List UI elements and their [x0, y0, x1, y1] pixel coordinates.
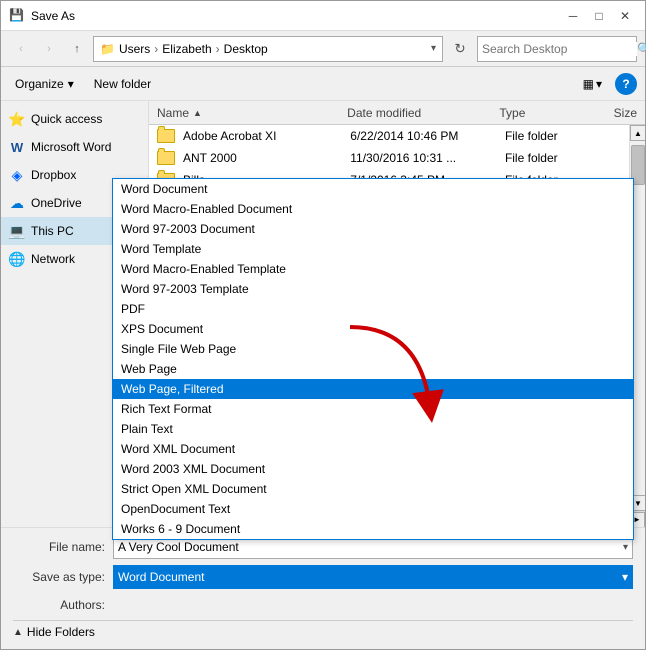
dropdown-item[interactable]: Word Template	[113, 239, 633, 259]
address-dropdown-arrow[interactable]: ▾	[431, 43, 436, 54]
savetype-dropdown-button[interactable]: Word Document ▾	[113, 565, 633, 589]
window-controls: ─ □ ✕	[561, 6, 637, 26]
dropdown-item[interactable]: Plain Text	[113, 419, 633, 439]
address-bar: ‹ › ↑ 📁 Users › Elizabeth › Desktop ▾ ↻ …	[1, 31, 645, 67]
savetype-row: Save as type: Word Document ▾	[13, 564, 633, 590]
breadcrumb-sep-2: ›	[216, 42, 220, 56]
dropbox-icon: ◈	[9, 167, 25, 183]
filename-value: A Very Cool Document	[118, 540, 239, 554]
dropdown-item[interactable]: Web Page	[113, 359, 633, 379]
dropdown-item[interactable]: Word 2003 XML Document	[113, 459, 633, 479]
new-folder-button[interactable]: New folder	[88, 72, 157, 96]
sidebar-label-quick-access: Quick access	[31, 112, 102, 126]
search-box[interactable]: 🔍	[477, 36, 637, 62]
hide-folders-label[interactable]: Hide Folders	[27, 625, 95, 639]
scroll-up-button[interactable]: ▲	[630, 125, 645, 141]
refresh-button[interactable]: ↻	[447, 36, 473, 62]
quick-access-icon: ⭐	[9, 111, 25, 127]
title-bar: 💾 Save As ─ □ ✕	[1, 1, 645, 31]
dropdown-item[interactable]: Word Macro-Enabled Template	[113, 259, 633, 279]
organize-button[interactable]: Organize ▾	[9, 72, 80, 96]
breadcrumb-users: Users	[119, 42, 150, 56]
sidebar-label-dropbox: Dropbox	[31, 168, 76, 182]
filename-dropdown-arrow[interactable]: ▾	[623, 542, 628, 553]
word-icon: W	[9, 139, 25, 155]
toolbar: Organize ▾ New folder ▦ ▾ ?	[1, 67, 645, 101]
dropdown-item[interactable]: Strict Open XML Document	[113, 479, 633, 499]
sidebar-item-microsoft-word[interactable]: W Microsoft Word	[1, 133, 148, 161]
dropdown-item[interactable]: XPS Document	[113, 319, 633, 339]
dialog-title: Save As	[31, 9, 75, 23]
address-box[interactable]: 📁 Users › Elizabeth › Desktop ▾	[93, 36, 443, 62]
dropdown-item[interactable]: Web Page, Filtered	[113, 379, 633, 399]
view-button[interactable]: ▦ ▾	[578, 72, 607, 96]
maximize-button[interactable]: □	[587, 6, 611, 26]
dropdown-item[interactable]: Word Document	[113, 179, 633, 199]
breadcrumb-desktop: Desktop	[224, 42, 268, 56]
network-icon: 🌐	[9, 251, 25, 267]
col-header-date[interactable]: Date modified	[343, 106, 495, 120]
organize-arrow: ▾	[68, 77, 74, 91]
close-button[interactable]: ✕	[613, 6, 637, 26]
bottom-section: File name: A Very Cool Document ▾ Save a…	[1, 527, 645, 649]
dropdown-item[interactable]: Single File Web Page	[113, 339, 633, 359]
onedrive-icon: ☁	[9, 195, 25, 211]
sidebar-label-word: Microsoft Word	[31, 140, 111, 154]
back-button[interactable]: ‹	[9, 37, 33, 61]
dropdown-item[interactable]: Word 97-2003 Document	[113, 219, 633, 239]
dropdown-item[interactable]: Word Macro-Enabled Document	[113, 199, 633, 219]
breadcrumb: Users › Elizabeth › Desktop	[119, 42, 268, 56]
dropdown-item[interactable]: Word 97-2003 Template	[113, 279, 633, 299]
dropdown-item[interactable]: Rich Text Format	[113, 399, 633, 419]
breadcrumb-sep-1: ›	[154, 42, 158, 56]
savetype-value: Word Document	[118, 570, 204, 584]
organize-label: Organize	[15, 77, 64, 91]
savetype-arrow: ▾	[622, 570, 628, 584]
minimize-button[interactable]: ─	[561, 6, 585, 26]
view-arrow: ▾	[596, 77, 602, 91]
savetype-dropdown-list[interactable]: Word DocumentWord Macro-Enabled Document…	[112, 178, 634, 540]
view-icon: ▦	[583, 77, 594, 91]
breadcrumb-elizabeth: Elizabeth	[162, 42, 211, 56]
sort-arrow: ▲	[193, 108, 202, 118]
this-pc-icon: 💻	[9, 223, 25, 239]
sidebar-item-quick-access[interactable]: ⭐ Quick access	[1, 105, 148, 133]
help-button[interactable]: ?	[615, 73, 637, 95]
col-header-type[interactable]: Type	[495, 106, 609, 120]
search-input[interactable]	[482, 42, 637, 56]
file-row[interactable]: ANT 2000 11/30/2016 10:31 ... File folde…	[149, 147, 629, 169]
authors-row: Authors:	[13, 594, 633, 616]
dropdown-item[interactable]: OpenDocument Text	[113, 499, 633, 519]
authors-label: Authors:	[13, 598, 113, 612]
sidebar-label-onedrive: OneDrive	[31, 196, 82, 210]
search-icon[interactable]: 🔍	[637, 42, 646, 56]
forward-button[interactable]: ›	[37, 37, 61, 61]
savetype-label: Save as type:	[13, 570, 113, 584]
filename-label: File name:	[13, 540, 113, 554]
dropdown-item[interactable]: Word XML Document	[113, 439, 633, 459]
up-button[interactable]: ↑	[65, 37, 89, 61]
sidebar-label-this-pc: This PC	[31, 224, 74, 238]
dropdown-item[interactable]: Works 6 - 9 Document	[113, 519, 633, 539]
file-row[interactable]: Adobe Acrobat XI 6/22/2014 10:46 PM File…	[149, 125, 629, 147]
hide-folders-arrow: ▲	[13, 627, 23, 638]
hide-folders-row[interactable]: ▲ Hide Folders	[13, 620, 633, 643]
save-icon: 💾	[9, 8, 25, 24]
sidebar-label-network: Network	[31, 252, 75, 266]
col-header-name[interactable]: Name ▲	[153, 106, 343, 120]
folder-icon: 📁	[100, 42, 115, 56]
dropdown-item[interactable]: PDF	[113, 299, 633, 319]
col-header-size[interactable]: Size	[610, 106, 641, 120]
file-list-header: Name ▲ Date modified Type Size	[149, 101, 645, 125]
